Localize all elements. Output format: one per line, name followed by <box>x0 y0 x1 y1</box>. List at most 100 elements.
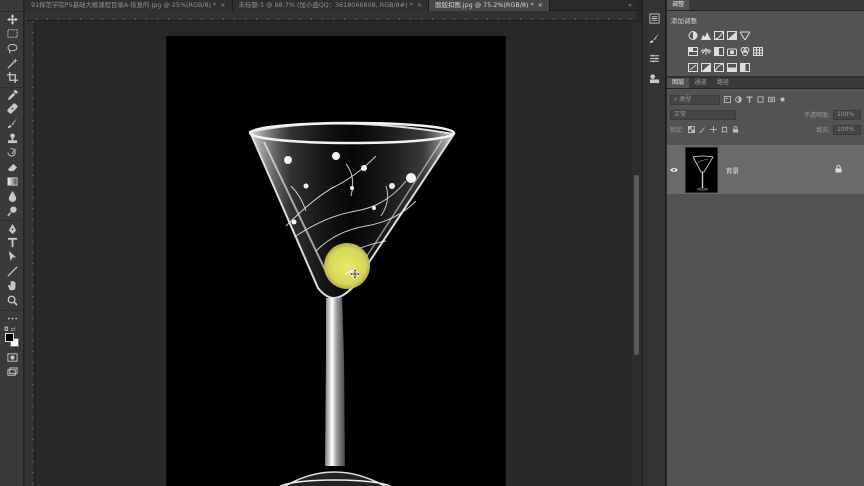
posterize-icon[interactable] <box>701 63 711 72</box>
tab-layers[interactable]: 图层 <box>667 78 690 88</box>
layer-thumbnail <box>685 146 718 193</box>
more-tools-icon[interactable] <box>0 309 24 325</box>
brightness-contrast-icon[interactable] <box>688 31 698 40</box>
tab-paths[interactable]: 路径 <box>712 78 734 88</box>
close-tab-icon[interactable]: × <box>538 1 543 9</box>
exposure-icon[interactable] <box>727 31 737 40</box>
layer-row-background[interactable]: 背景 <box>667 145 864 194</box>
crop-tool-icon[interactable] <box>0 70 24 85</box>
layers-panel-header: 图层 通道 路径 <box>667 78 864 89</box>
color-swatches[interactable]: ◘ ⇄ <box>0 324 24 350</box>
filter-pixel-icon[interactable] <box>723 96 731 104</box>
opacity-value: 100% <box>837 110 855 118</box>
photo-filter-icon[interactable] <box>727 47 737 56</box>
filter-smart-object-icon[interactable] <box>767 96 775 104</box>
adjustments-panel: 添加调整 <box>667 11 864 78</box>
scrollbar-thumb[interactable] <box>634 175 639 355</box>
gradient-map-icon[interactable] <box>740 63 750 72</box>
fill-field[interactable]: 100% <box>833 124 861 135</box>
search-icon: ⌕ <box>674 95 678 103</box>
tools-panel: ◘ ⇄ <box>0 0 24 486</box>
tab-overflow-button[interactable]: » <box>624 0 636 11</box>
adjustments-panel-header: 调整 <box>667 0 864 11</box>
type-tool-icon[interactable] <box>0 235 24 250</box>
collapsed-panel-strip <box>642 0 666 486</box>
vertical-ruler[interactable] <box>25 21 35 486</box>
layer-visibility-eye-icon[interactable] <box>667 167 681 173</box>
dodge-tool-icon[interactable] <box>0 204 24 219</box>
screen-mode-icon[interactable] <box>0 365 24 380</box>
document-canvas[interactable] <box>166 36 506 486</box>
marquee-tool-icon[interactable] <box>0 27 24 42</box>
filter-shape-icon[interactable] <box>756 96 764 104</box>
lock-position-icon[interactable] <box>709 126 717 134</box>
fill-value: 100% <box>837 125 855 133</box>
libraries-panel-icon[interactable] <box>643 68 665 88</box>
document-tab-2[interactable]: 未标题-1 @ 88.7% (加小盛QQ：3618066808, RGB/8#)… <box>232 0 430 11</box>
levels-icon[interactable] <box>701 31 711 40</box>
gradient-tool-icon[interactable] <box>0 175 24 190</box>
color-balance-icon[interactable] <box>701 47 711 56</box>
canvas-workspace[interactable] <box>36 22 632 486</box>
filter-toggle-icon[interactable] <box>778 96 786 104</box>
document-tab-1[interactable]: 91择范学院PS基础大概课程目录A-恢复的.jpg @ 25%(RGB/8) *… <box>25 0 233 11</box>
selective-color-icon[interactable] <box>727 63 737 72</box>
properties-panel-icon[interactable] <box>643 48 665 68</box>
opacity-label: 不透明度: <box>803 112 830 119</box>
blend-mode-value: 正常 <box>674 110 687 118</box>
close-tab-icon[interactable]: × <box>220 1 225 9</box>
layers-panel: ⌕ 类型 正常 不透明度: 100% 锁定: 填充: 100% 背景 <box>667 92 864 486</box>
adjustments-title: 添加调整 <box>671 17 697 25</box>
document-tab-label: 未标题-1 @ 88.7% (加小盛QQ：3618066808, RGB/8#)… <box>238 1 413 9</box>
threshold-icon[interactable] <box>714 63 724 72</box>
opacity-field[interactable]: 100% <box>833 109 861 120</box>
quick-mask-icon[interactable] <box>0 350 24 365</box>
pen-tool-icon[interactable] <box>0 220 24 235</box>
lock-image-icon[interactable] <box>698 126 706 134</box>
horizontal-ruler[interactable] <box>25 11 636 21</box>
lasso-tool-icon[interactable] <box>0 41 24 56</box>
eyedropper-tool-icon[interactable] <box>0 86 24 102</box>
tab-adjustments[interactable]: 调整 <box>667 0 690 10</box>
zoom-tool-icon[interactable] <box>0 293 24 308</box>
move-tool-icon[interactable] <box>0 12 24 27</box>
lock-artboard-icon[interactable] <box>720 126 728 134</box>
magic-wand-tool-icon[interactable] <box>0 56 24 71</box>
history-panel-icon[interactable] <box>643 8 665 28</box>
line-tool-icon[interactable] <box>0 264 24 279</box>
filter-type-icon[interactable] <box>745 96 753 104</box>
filter-adjustment-icon[interactable] <box>734 96 742 104</box>
layer-lock-icon[interactable] <box>835 165 842 175</box>
layer-name: 背景 <box>726 166 739 175</box>
toolbar-grip[interactable] <box>0 0 23 12</box>
tab-channels[interactable]: 通道 <box>689 78 711 88</box>
swap-colors-icon[interactable]: ◘ ⇄ <box>4 326 16 333</box>
blend-mode-dropdown[interactable]: 正常 <box>670 109 736 120</box>
black-white-icon[interactable] <box>714 47 724 56</box>
eraser-tool-icon[interactable] <box>0 160 24 175</box>
blur-tool-icon[interactable] <box>0 189 24 204</box>
invert-icon[interactable] <box>688 63 698 72</box>
close-tab-icon[interactable]: × <box>417 1 422 9</box>
lock-all-icon[interactable] <box>731 126 739 134</box>
document-tab-3[interactable]: 酸版扣图.jpg @ 75.2%(RGB/8) * × <box>429 0 551 11</box>
path-selection-tool-icon[interactable] <box>0 250 24 265</box>
history-brush-tool-icon[interactable] <box>0 145 24 160</box>
canvas-vertical-scrollbar[interactable] <box>632 22 641 486</box>
curves-icon[interactable] <box>714 31 724 40</box>
channel-mixer-icon[interactable] <box>740 47 750 56</box>
layer-filter-dropdown[interactable]: ⌕ 类型 <box>670 94 720 105</box>
color-lookup-icon[interactable] <box>753 47 763 56</box>
brush-settings-icon[interactable] <box>643 28 665 48</box>
clone-stamp-tool-icon[interactable] <box>0 131 24 146</box>
lock-transparent-icon[interactable] <box>687 126 695 134</box>
healing-brush-tool-icon[interactable] <box>0 102 24 117</box>
document-tab-bar: 91择范学院PS基础大概课程目录A-恢复的.jpg @ 25%(RGB/8) *… <box>25 0 636 11</box>
brush-tool-icon[interactable] <box>0 116 24 131</box>
fill-label: 填充: <box>815 127 830 134</box>
hand-tool-icon[interactable] <box>0 279 24 294</box>
hue-saturation-icon[interactable] <box>688 47 698 56</box>
vibrance-icon[interactable] <box>740 31 750 40</box>
foreground-color-swatch[interactable] <box>5 333 14 343</box>
document-tab-label: 酸版扣图.jpg @ 75.2%(RGB/8) * <box>435 1 534 9</box>
